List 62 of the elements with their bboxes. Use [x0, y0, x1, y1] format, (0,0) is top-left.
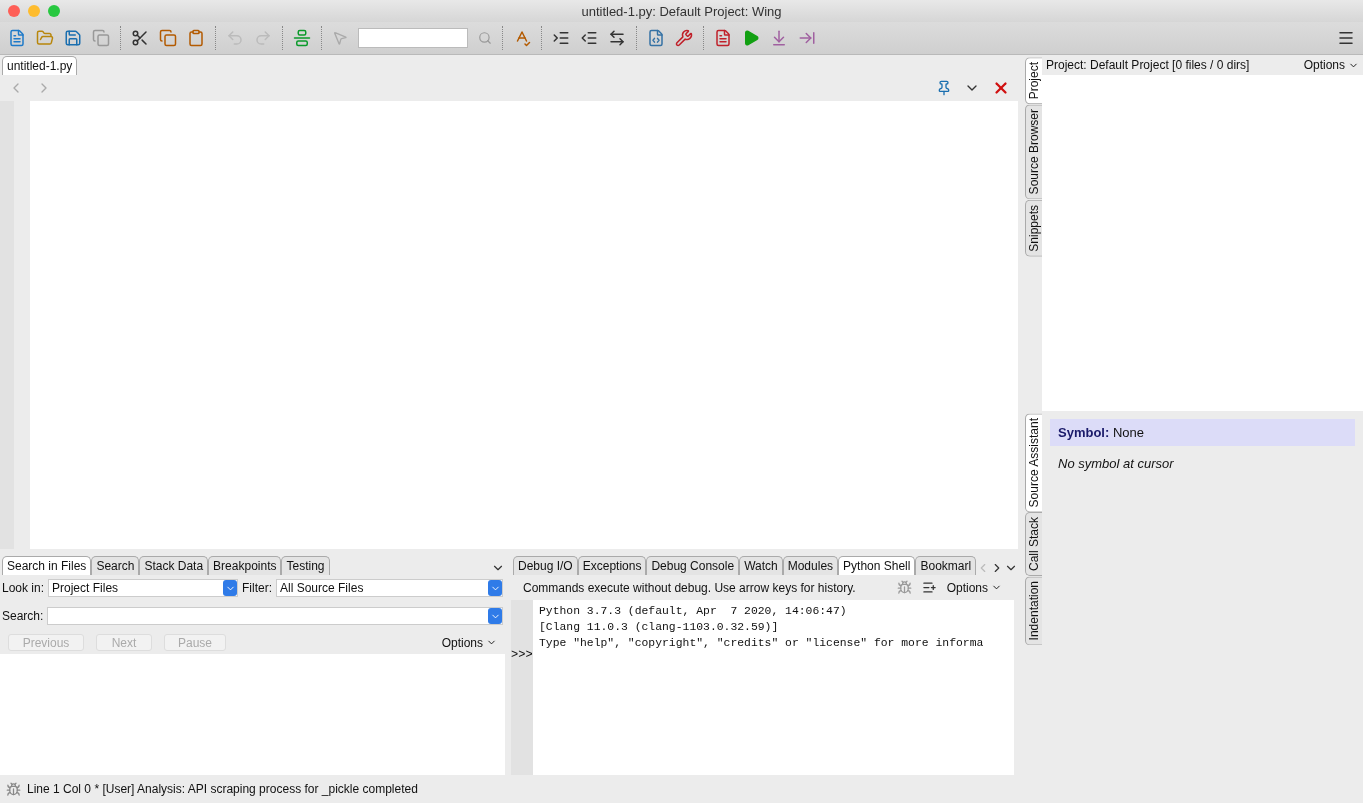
side-tab[interactable]: Indentation	[1024, 576, 1042, 646]
panel-tab[interactable]: Testing	[281, 556, 330, 575]
options-menu[interactable]: Options	[441, 635, 497, 650]
pin-icon[interactable]	[936, 80, 952, 96]
save-icon[interactable]	[64, 29, 82, 47]
side-tab[interactable]: Source Browser	[1024, 104, 1042, 200]
side-tab[interactable]: Project	[1024, 57, 1042, 105]
dropdown-caret-icon[interactable]	[488, 608, 502, 624]
indent-both-icon[interactable]	[608, 29, 626, 47]
panel-tab[interactable]: Debug Console	[646, 556, 740, 575]
panel-tab[interactable]: Stack Data	[139, 556, 209, 575]
status-text: Line 1 Col 0 * [User] Analysis: API scraping process for _pickle completed	[27, 782, 418, 796]
shell-prompt: >>>	[511, 648, 533, 662]
panel-tab[interactable]: Search in Files	[2, 556, 92, 575]
copy-files-icon[interactable]	[92, 29, 110, 47]
close-button[interactable]	[8, 5, 20, 17]
bug-icon[interactable]	[896, 580, 912, 595]
look-in-label: Look in:	[2, 581, 45, 595]
symbol-note: No symbol at cursor	[1057, 455, 1175, 473]
indent-left-icon[interactable]	[580, 29, 598, 47]
wrench-icon[interactable]	[675, 29, 693, 47]
close-icon[interactable]	[992, 79, 1010, 97]
panel-tab[interactable]: Debug I/O	[513, 556, 578, 575]
panel-tab[interactable]: Search	[91, 556, 140, 575]
menu-icon[interactable]	[1337, 29, 1355, 47]
add-list-icon[interactable]	[921, 580, 937, 595]
panel-tab[interactable]: Bookmarl	[915, 556, 977, 575]
filter-label: Filter:	[242, 581, 272, 595]
bug-icon[interactable]	[6, 781, 21, 797]
cut-icon[interactable]	[131, 29, 149, 47]
options-menu[interactable]: Options	[946, 580, 1002, 595]
search-combo[interactable]	[47, 607, 503, 625]
dropdown-caret-icon[interactable]	[223, 580, 237, 596]
project-header: Project: Default Project [0 files / 0 dirs]	[1046, 58, 1250, 72]
side-tab[interactable]: Call Stack	[1024, 512, 1042, 577]
search-field[interactable]	[358, 28, 468, 48]
shell-hint: Commands execute without debug. Use arrow keys for history.	[523, 580, 856, 595]
options-menu[interactable]: Options	[1303, 58, 1359, 72]
window-title: untitled-1.py: Default Project: Wing	[581, 3, 782, 19]
paste-icon[interactable]	[187, 29, 205, 47]
pointer-icon[interactable]	[332, 30, 348, 46]
panel-tab[interactable]: Modules	[782, 556, 839, 575]
zoom-button[interactable]	[48, 5, 60, 17]
panel-tab[interactable]: Watch	[739, 556, 783, 575]
file-tab[interactable]: untitled-1.py	[2, 56, 78, 75]
look-in-dropdown[interactable]: Project Files	[48, 579, 238, 597]
run-icon[interactable]	[742, 29, 760, 47]
panel-tab[interactable]: Exceptions	[577, 556, 647, 575]
side-tab[interactable]: Snippets	[1024, 199, 1042, 257]
panel-tab[interactable]: Python Shell	[838, 556, 916, 575]
filter-dropdown[interactable]: All Source Files	[276, 579, 503, 597]
copy-icon[interactable]	[159, 29, 177, 47]
symbol-heading: Symbol: None	[1050, 419, 1355, 446]
new-file-icon[interactable]	[8, 29, 26, 47]
side-tab[interactable]: Source Assistant	[1024, 413, 1042, 513]
panel-tab[interactable]: Breakpoints	[208, 556, 282, 575]
search-icon[interactable]	[478, 31, 492, 45]
open-folder-icon[interactable]	[36, 29, 54, 47]
indent-right-icon[interactable]	[552, 29, 570, 47]
search-label: Search:	[2, 609, 44, 623]
dropdown-caret-icon[interactable]	[488, 580, 502, 596]
shell-output: Python 3.7.3 (default, Apr 7 2020, 14:06:47) [Clang 11.0.3 (clang-1103.0.32.59)] Type "help", "copyright", "credits" or "license" for more informa	[538, 604, 985, 651]
